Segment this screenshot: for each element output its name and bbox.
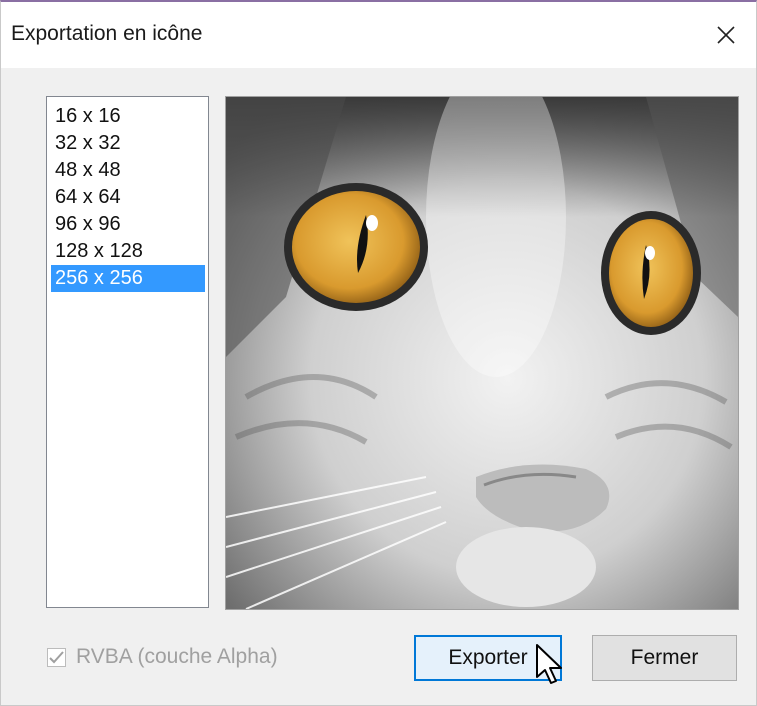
close-button[interactable]: Fermer [592, 635, 737, 681]
dialog-title: Exportation en icône [11, 22, 203, 45]
rgba-option[interactable]: RVBA (couche Alpha) [47, 644, 278, 670]
size-list-item[interactable]: 32 x 32 [51, 130, 205, 157]
size-list-item[interactable]: 256 x 256 [51, 265, 205, 292]
title-bar: Exportation en icône [1, 2, 756, 68]
close-window-button[interactable] [696, 2, 756, 68]
rgba-checkbox[interactable] [47, 647, 66, 667]
size-list-item[interactable]: 128 x 128 [51, 238, 205, 265]
checkmark-icon [49, 650, 64, 663]
rgba-checkbox-label: RVBA (couche Alpha) [76, 645, 278, 668]
close-x-icon [717, 26, 735, 44]
cat-face-photo [226, 97, 738, 609]
size-list-item[interactable]: 64 x 64 [51, 184, 205, 211]
size-list-item[interactable]: 48 x 48 [51, 157, 205, 184]
icon-size-list[interactable]: 16 x 16 32 x 32 48 x 48 64 x 64 96 x 96 128 x… [46, 96, 209, 608]
size-list-item[interactable]: 96 x 96 [51, 211, 205, 238]
export-icon-dialog: Exportation en icône 16 x 16 32 x 32 48 x … [0, 0, 757, 706]
image-preview [225, 96, 739, 610]
size-list-item[interactable]: 16 x 16 [51, 103, 205, 130]
arrow-cursor-icon [536, 644, 562, 684]
